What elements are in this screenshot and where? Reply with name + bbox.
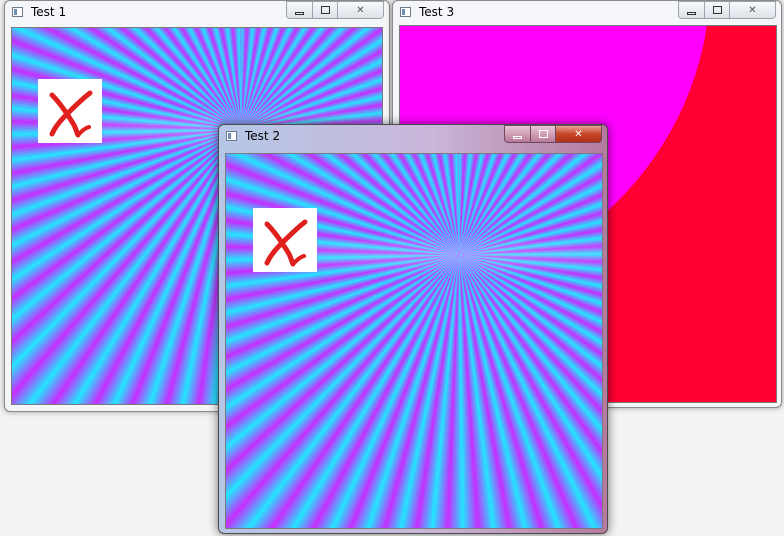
titlebar-test-3[interactable]: Test 3 ✕ — [393, 1, 781, 25]
maximize-button[interactable] — [530, 125, 555, 143]
window-title: Test 2 — [245, 129, 281, 143]
minimize-icon — [513, 135, 522, 139]
x-mark-icon — [49, 90, 93, 138]
maximize-button[interactable] — [312, 1, 337, 19]
close-button[interactable]: ✕ — [555, 125, 602, 143]
close-button[interactable]: ✕ — [337, 1, 384, 19]
minimize-icon — [295, 11, 304, 15]
window-app-icon — [400, 7, 411, 17]
maximize-button[interactable] — [704, 1, 729, 19]
red-x-marker — [38, 79, 102, 143]
close-icon: ✕ — [574, 128, 583, 140]
titlebar-test-2[interactable]: Test 2 ✕ — [219, 125, 607, 149]
titlebar-test-1[interactable]: Test 1 ✕ — [5, 1, 389, 25]
maximize-icon — [320, 6, 330, 14]
close-icon: ✕ — [748, 4, 757, 16]
close-icon: ✕ — [356, 4, 365, 16]
window-title: Test 1 — [31, 5, 67, 19]
maximize-icon — [712, 6, 722, 14]
window-app-icon — [226, 131, 237, 141]
minimize-button[interactable] — [678, 1, 704, 19]
red-x-marker — [253, 208, 317, 272]
client-area-test-2[interactable] — [225, 153, 603, 529]
x-mark-icon — [264, 219, 308, 267]
close-button[interactable]: ✕ — [729, 1, 776, 19]
minimize-button[interactable] — [286, 1, 312, 19]
window-app-icon — [12, 7, 23, 17]
minimize-button[interactable] — [504, 125, 530, 143]
minimize-icon — [687, 11, 696, 15]
window-test-2[interactable]: Test 2 ✕ — [218, 124, 608, 534]
window-title: Test 3 — [419, 5, 455, 19]
maximize-icon — [538, 130, 548, 138]
